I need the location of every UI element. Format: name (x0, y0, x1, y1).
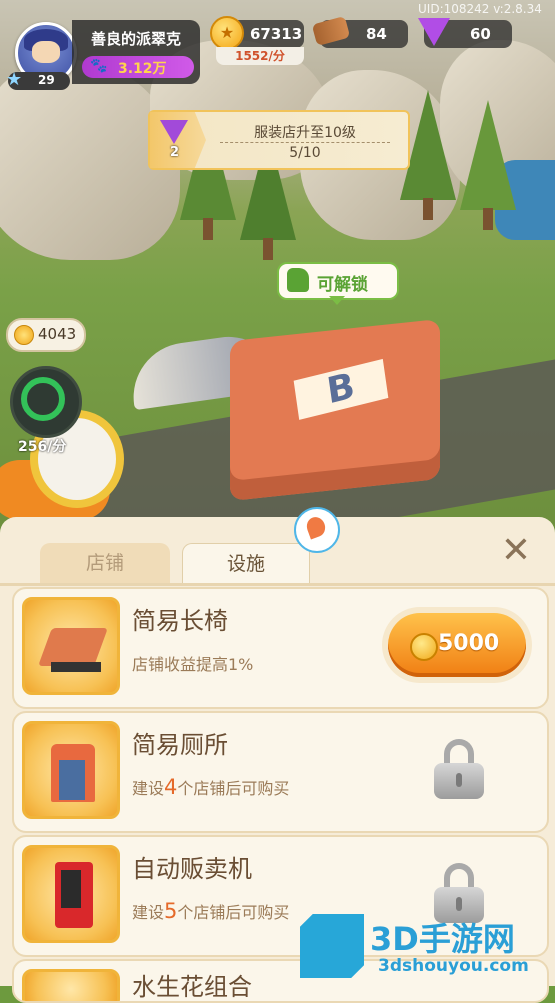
watermark-url: 3dshouyou.com (378, 956, 529, 976)
gem-icon (418, 18, 450, 46)
item-name: 简易厕所 (132, 731, 228, 759)
close-button[interactable]: ✕ (496, 531, 536, 571)
list-item: 简易长椅 店铺收益提高1% 5000 (12, 587, 549, 709)
avatar-face (32, 41, 60, 63)
toilet-thumbnail (22, 721, 120, 819)
buy-button[interactable]: 5000 (382, 607, 532, 683)
uid-version: UID:108242 v:2.8.34 (418, 2, 542, 16)
flower-thumbnail (22, 969, 120, 1001)
wood-amount: 84 (366, 25, 387, 43)
paw-icon: 🐾 (90, 58, 108, 74)
tree-trunk (423, 198, 433, 220)
hammer-icon (287, 268, 309, 292)
vending-machine-thumbnail (22, 845, 120, 943)
quest-divider (220, 142, 390, 143)
desc-number: 4 (164, 775, 178, 799)
store-building[interactable]: B (230, 318, 440, 502)
income-rate: 256/分 (18, 439, 67, 455)
item-name: 水生花组合 (132, 973, 252, 1001)
unlock-label: 可解锁 (317, 275, 368, 295)
tab-divider (0, 583, 555, 586)
unlock-button[interactable]: 可解锁 (277, 262, 399, 305)
item-desc: 建设4个店铺后可购买 (132, 775, 289, 799)
bubble-tail (329, 296, 345, 305)
gem-icon (160, 120, 188, 144)
map-pin-icon (294, 507, 340, 553)
coin-icon (14, 325, 34, 345)
desc-number: 5 (164, 899, 178, 923)
star-icon: ★ (6, 69, 23, 90)
quest-reward-count: 2 (170, 145, 180, 160)
watermark: 3D手游网 3dshouyou.com (300, 910, 555, 986)
pending-coins: 4043 (38, 325, 77, 343)
item-price: 5000 (438, 631, 500, 656)
income-progress-ring[interactable] (10, 366, 82, 438)
tree-trunk (203, 218, 213, 240)
coin-amount: 67313 (250, 25, 303, 43)
quest-banner[interactable]: 2 服装店升至10级 5/10 (148, 110, 410, 170)
item-name: 简易长椅 (132, 607, 228, 635)
player-info[interactable]: 善良的派翠克 🐾 3.12万 (72, 20, 200, 84)
desc-suffix: 个店铺后可购买 (177, 779, 290, 798)
player-level: ★ 29 (6, 69, 70, 90)
item-desc: 建设5个店铺后可购买 (132, 899, 289, 923)
coin-icon (410, 633, 438, 661)
tab-store[interactable]: 店铺 (40, 543, 170, 583)
player-level-number: 29 (38, 73, 55, 87)
fans-count: 3.12万 (118, 61, 167, 77)
item-desc: 店铺收益提高1% (132, 655, 254, 674)
gem-amount: 60 (470, 25, 491, 43)
tab-facility[interactable]: 设施 (182, 543, 310, 584)
item-name: 自动贩卖机 (132, 855, 252, 883)
quest-title: 服装店升至10级 (254, 125, 356, 141)
lock-icon (434, 739, 484, 799)
quest-progress: 5/10 (289, 145, 321, 161)
list-item: 简易厕所 建设4个店铺后可购买 (12, 711, 549, 833)
desc-suffix: 个店铺后可购买 (177, 903, 290, 922)
watermark-logo-icon (300, 914, 364, 978)
watermark-title: 3D手游网 (370, 920, 515, 958)
player-name: 善良的派翠克 (90, 30, 181, 48)
desc-prefix: 建设 (132, 903, 165, 922)
coin-rate: 1552/分 (216, 47, 304, 65)
desc-prefix: 建设 (132, 779, 165, 798)
coin-icon: ★ (210, 16, 244, 50)
fans-badge: 🐾 3.12万 (82, 56, 194, 78)
bench-thumbnail (22, 597, 120, 695)
tree-trunk (263, 238, 273, 260)
tree-trunk (483, 208, 493, 230)
store-sign: B (293, 358, 389, 420)
tree (460, 100, 516, 210)
collect-coins-bubble[interactable]: 4043 (6, 318, 86, 352)
